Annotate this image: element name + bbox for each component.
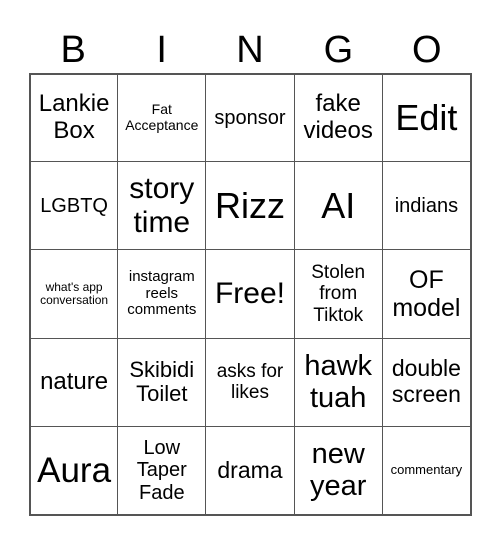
bingo-cell[interactable]: AI [293,161,383,251]
bingo-cell[interactable]: Fat Acceptance [117,74,207,163]
bingo-cell[interactable]: LGBTQ [30,161,119,251]
free-space-cell[interactable]: Free! [205,249,295,339]
bingo-cell[interactable]: nature [30,337,119,427]
header-letter-i: I [156,29,167,71]
bingo-cell[interactable]: commentary [381,425,471,515]
bingo-cell[interactable]: OF model [381,249,471,339]
header-letter-g: G [323,29,354,71]
header-letter-n: N [236,29,264,71]
bingo-cell[interactable]: instagram reels comments [117,249,207,339]
bingo-cell[interactable]: Edit [381,74,471,163]
bingo-cell[interactable]: double screen [381,337,471,427]
bingo-cell[interactable]: indians [381,161,471,251]
bingo-cell[interactable]: Stolen from Tiktok [293,249,383,339]
bingo-cell[interactable]: asks for likes [205,337,295,427]
bingo-cell[interactable]: what's app conversation [30,249,119,339]
bingo-header: B I N G O [29,26,471,74]
bingo-cell[interactable]: hawk tuah [293,337,383,427]
bingo-cell[interactable]: Low Taper Fade [117,425,207,515]
bingo-cell[interactable]: new year [293,425,383,515]
bingo-cell[interactable]: Aura [30,425,119,515]
bingo-cell[interactable]: drama [205,425,295,515]
bingo-cell[interactable]: Rizz [205,161,295,251]
bingo-cell[interactable]: Lankie Box [30,74,119,163]
bingo-cell[interactable]: sponsor [205,74,295,163]
header-letter-b: B [60,29,86,71]
bingo-cell[interactable]: fake videos [293,74,383,163]
bingo-cell[interactable]: story time [117,161,207,251]
bingo-cell[interactable]: Skibidi Toilet [117,337,207,427]
header-letter-o: O [412,29,442,71]
bingo-grid: Lankie Box Fat Acceptance sponsor fake v… [29,73,472,516]
